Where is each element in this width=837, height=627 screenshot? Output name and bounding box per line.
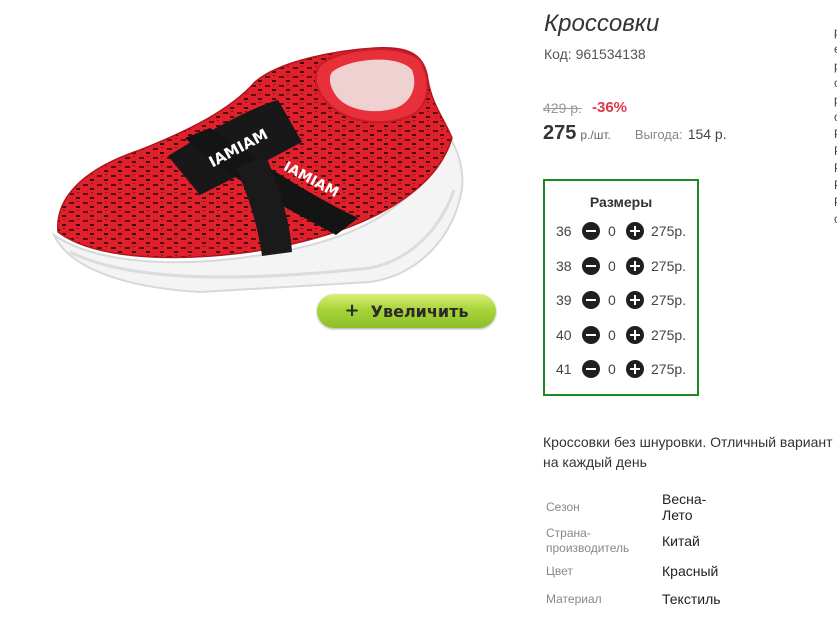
minus-icon[interactable] — [582, 326, 600, 344]
zoom-button[interactable]: + Увеличить — [317, 294, 496, 328]
zoom-button-label: Увеличить — [370, 301, 469, 321]
savings-value: 154 р. — [687, 126, 727, 142]
product-title: Кроссовки — [544, 10, 660, 37]
quantity-value: 0 — [608, 258, 616, 274]
size-row: 38 0 275р. — [545, 256, 697, 276]
plus-icon[interactable] — [626, 257, 644, 275]
plus-icon[interactable] — [626, 291, 644, 309]
size-price: 275р. — [651, 361, 687, 377]
attribute-value: Текстиль — [662, 591, 721, 607]
attribute-value: Весна-Лето — [662, 491, 707, 523]
minus-icon[interactable] — [582, 222, 600, 240]
sizes-title: Размеры — [589, 194, 653, 210]
size-row: 41 0 275р. — [545, 359, 697, 379]
attribute-label: Сезон — [546, 500, 580, 514]
price-row: 275 р./шт. Выгода: 154 р. — [543, 122, 727, 145]
product-page: IAMIAM IAMIAM + Увеличить Кроссовки Код:… — [0, 0, 837, 627]
plus-icon: + — [344, 300, 360, 321]
old-price: 429 р. — [543, 100, 582, 116]
attribute-value: Красный — [662, 563, 719, 579]
size-value: 41 — [556, 361, 572, 377]
size-price: 275р. — [651, 223, 687, 239]
product-code: Код: 961534138 — [544, 46, 646, 62]
quantity-value: 0 — [608, 292, 616, 308]
size-value: 39 — [556, 292, 572, 308]
price-unit: р./шт. — [580, 128, 611, 142]
minus-icon[interactable] — [582, 291, 600, 309]
size-value: 36 — [556, 223, 572, 239]
plus-icon[interactable] — [626, 222, 644, 240]
size-row: 36 0 275р. — [545, 221, 697, 241]
attribute-value: Китай — [662, 533, 700, 549]
attribute-label: Страна-производитель — [546, 526, 630, 555]
current-price: 275 — [543, 122, 577, 144]
minus-icon[interactable] — [582, 360, 600, 378]
size-row: 40 0 275р. — [545, 325, 697, 345]
quantity-value: 0 — [608, 327, 616, 343]
size-row: 39 0 275р. — [545, 290, 697, 310]
plus-icon[interactable] — [626, 326, 644, 344]
plus-icon[interactable] — [626, 360, 644, 378]
product-description: Кроссовки без шнуровки. Отличный вариант… — [543, 434, 833, 470]
size-price: 275р. — [651, 258, 687, 274]
size-value: 38 — [556, 258, 572, 274]
size-price: 275р. — [651, 327, 687, 343]
savings-label: Выгода: — [634, 127, 683, 142]
size-price: 275р. — [651, 292, 687, 308]
size-value: 40 — [556, 327, 572, 343]
quantity-value: 0 — [608, 223, 616, 239]
discount-badge: -36% — [592, 99, 628, 116]
sizes-box: Размеры 36 0 275р. 38 0 275р. 39 0 275р.… — [543, 179, 699, 396]
quantity-value: 0 — [608, 361, 616, 377]
product-image[interactable]: IAMIAM IAMIAM — [40, 20, 480, 330]
attribute-label: Материал — [546, 592, 602, 606]
attribute-label: Цвет — [546, 564, 573, 578]
minus-icon[interactable] — [582, 257, 600, 275]
